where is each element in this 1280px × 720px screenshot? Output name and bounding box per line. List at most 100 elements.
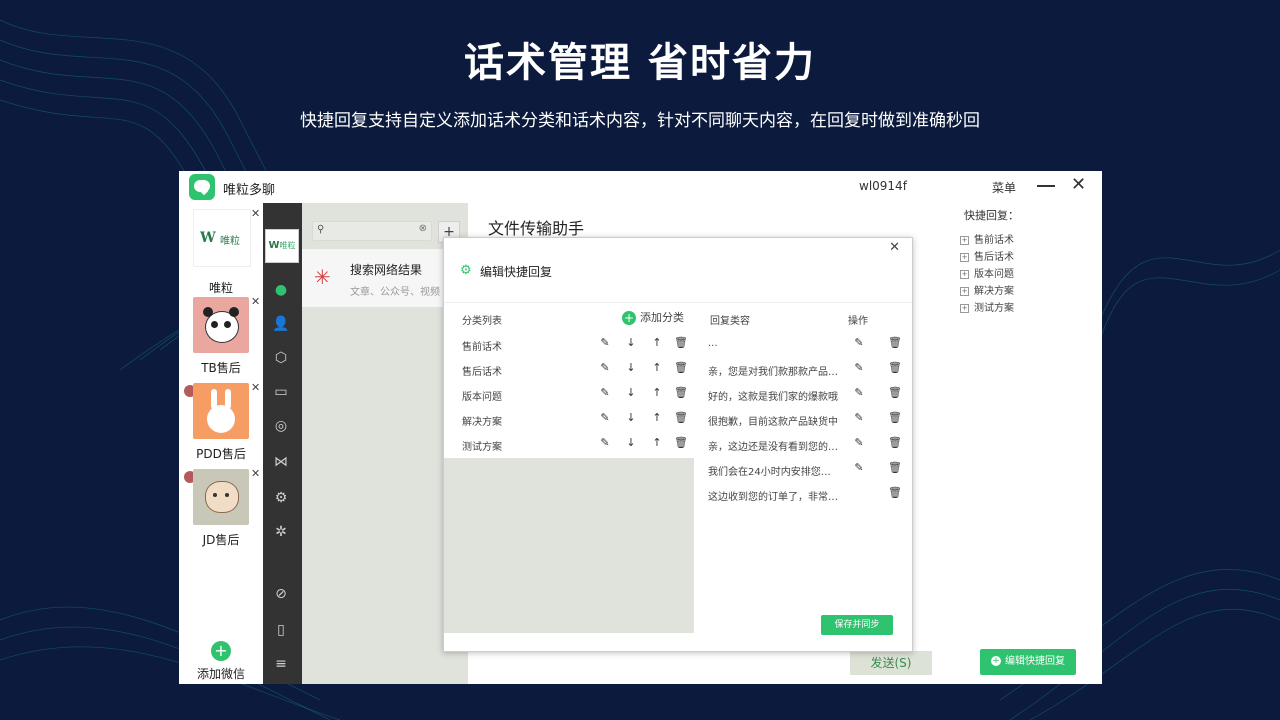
edit-icon[interactable]: ✎: [598, 336, 612, 349]
account-name-label: PDD售后: [196, 447, 246, 461]
delete-icon[interactable]: 🗑: [888, 461, 902, 474]
edit-icon[interactable]: ✎: [852, 436, 866, 449]
settings-circle-icon[interactable]: ◎: [272, 417, 290, 435]
table-row[interactable]: 售前话术 ✎ ↓ ↑ 🗑: [444, 332, 694, 357]
category-name: 测试方案: [462, 442, 502, 453]
edit-icon[interactable]: ✎: [598, 361, 612, 374]
menu-icon[interactable]: ≡: [272, 655, 290, 673]
send-button[interactable]: 发送(S): [850, 651, 932, 675]
edit-icon[interactable]: ✎: [852, 336, 866, 349]
logo-text: 唯粒: [220, 236, 240, 247]
reply-text: ...: [708, 338, 718, 349]
avatar: [193, 297, 249, 353]
table-row[interactable]: ... ✎ 🗑: [708, 332, 908, 357]
quick-reply-item[interactable]: + 售后话术: [960, 250, 1014, 267]
quick-reply-item[interactable]: + 解决方案: [960, 284, 1014, 301]
delete-icon[interactable]: 🗑: [674, 336, 688, 349]
arrow-down-icon[interactable]: ↓: [624, 386, 638, 399]
table-row[interactable]: 版本问题 ✎ ↓ ↑ 🗑: [444, 382, 694, 407]
quick-reply-item[interactable]: + 版本问题: [960, 267, 1014, 284]
butterfly-icon[interactable]: ⋈: [272, 453, 290, 471]
close-icon[interactable]: ✕: [1071, 175, 1086, 195]
clear-icon[interactable]: ⊗: [419, 223, 427, 234]
table-row[interactable]: 售后话术 ✎ ↓ ↑ 🗑: [444, 357, 694, 382]
close-icon[interactable]: ✕: [251, 381, 260, 394]
minimize-button[interactable]: [1037, 177, 1055, 193]
category-header: 分类列表: [462, 316, 502, 327]
arrow-down-icon[interactable]: ↓: [624, 411, 638, 424]
account-item[interactable]: JD售后: [193, 469, 249, 548]
delete-icon[interactable]: 🗑: [888, 386, 902, 399]
table-row[interactable]: 亲，这边还是没有看到您的订单 ✎ 🗑: [708, 432, 908, 457]
folder-icon[interactable]: ▭: [272, 383, 290, 401]
delete-icon[interactable]: 🗑: [674, 361, 688, 374]
table-row[interactable]: 测试方案 ✎ ↓ ↑ 🗑: [444, 432, 694, 457]
table-row[interactable]: 很抱歉，目前这款产品缺货中 ✎ 🗑: [708, 407, 908, 432]
title-bar: 唯粒多聊 wl0914f 菜单 ✕: [179, 171, 1102, 203]
gear-icon: ⚙: [460, 263, 472, 278]
account-name-label: 唯粒: [208, 281, 233, 295]
delete-icon[interactable]: 🗑: [888, 361, 902, 374]
close-icon[interactable]: ✕: [251, 467, 260, 480]
edit-icon[interactable]: ✎: [852, 461, 866, 474]
edit-quick-reply-button[interactable]: + 编辑快捷回复: [980, 649, 1076, 675]
delete-icon[interactable]: 🗑: [674, 436, 688, 449]
edit-icon[interactable]: ✎: [598, 411, 612, 424]
delete-icon[interactable]: 🗑: [888, 486, 902, 499]
search-input[interactable]: [331, 223, 425, 239]
account-item[interactable]: PDD售后: [193, 383, 249, 462]
account-column: W 唯粒 唯粒 ✕ TB售后 ✕ PDD售后 ✕ JD售后 ✕ + 添加微信: [179, 203, 264, 684]
account-item[interactable]: TB售后: [193, 297, 249, 376]
arrow-up-icon[interactable]: ↑: [650, 336, 664, 349]
delete-icon[interactable]: 🗑: [674, 386, 688, 399]
app-logo-icon: [189, 174, 215, 200]
edit-icon[interactable]: ✎: [598, 386, 612, 399]
reply-text: 好的，这款是我们家的爆款哦: [708, 392, 838, 403]
close-icon[interactable]: ✕: [251, 207, 260, 220]
close-icon[interactable]: ✕: [889, 240, 900, 255]
account-item[interactable]: W 唯粒 唯粒: [193, 209, 251, 296]
edit-icon[interactable]: ✎: [598, 436, 612, 449]
close-icon[interactable]: ✕: [251, 295, 260, 308]
delete-icon[interactable]: 🗑: [888, 411, 902, 424]
delete-icon[interactable]: 🗑: [674, 411, 688, 424]
save-sync-button[interactable]: 保存并同步: [821, 615, 893, 635]
arrow-up-icon[interactable]: ↑: [650, 361, 664, 374]
delete-icon[interactable]: 🗑: [888, 436, 902, 449]
phone-icon[interactable]: ▯: [272, 621, 290, 639]
link-icon[interactable]: ⊘: [272, 585, 290, 603]
chat-icon[interactable]: ●: [272, 281, 290, 299]
arrow-down-icon[interactable]: ↓: [624, 436, 638, 449]
edit-icon[interactable]: ✎: [852, 411, 866, 424]
quick-reply-item[interactable]: + 售前话术: [960, 233, 1014, 250]
action-header: 操作: [848, 316, 868, 327]
quick-reply-item[interactable]: + 测试方案: [960, 301, 1014, 318]
arrow-up-icon[interactable]: ↑: [650, 386, 664, 399]
empty-area: [444, 458, 694, 633]
delete-icon[interactable]: 🗑: [888, 336, 902, 349]
contacts-icon[interactable]: 👤: [272, 315, 290, 333]
menu-button[interactable]: 菜单: [992, 179, 1016, 196]
table-row[interactable]: 这边收到您的订单了，非常感谢 🗑: [708, 482, 908, 507]
add-wechat-button[interactable]: + 添加微信: [179, 641, 263, 682]
arrow-up-icon[interactable]: ↑: [650, 436, 664, 449]
quick-reply-list: + 售前话术 + 售后话术 + 版本问题 + 解决方案 + 测试方案: [960, 233, 1014, 318]
arrow-up-icon[interactable]: ↑: [650, 411, 664, 424]
avatar: W 唯粒: [193, 209, 251, 267]
arrow-down-icon[interactable]: ↓: [624, 361, 638, 374]
sparkle-icon[interactable]: ✲: [272, 523, 290, 541]
arrow-down-icon[interactable]: ↓: [624, 336, 638, 349]
add-category-button[interactable]: + 添加分类: [622, 309, 684, 325]
table-row[interactable]: 亲，您是对我们款那款产品感兴趣呢？ ✎ 🗑: [708, 357, 908, 382]
reply-text: 很抱歉，目前这款产品缺货中: [708, 417, 838, 428]
edit-icon[interactable]: ✎: [852, 361, 866, 374]
expand-icon: +: [960, 303, 969, 313]
table-row[interactable]: 解决方案 ✎ ↓ ↑ 🗑: [444, 407, 694, 432]
box-icon[interactable]: ⬡: [272, 349, 290, 367]
gear-icon[interactable]: ⚙: [272, 489, 290, 507]
category-name: 解决方案: [462, 417, 502, 428]
table-row[interactable]: 好的，这款是我们家的爆款哦 ✎ 🗑: [708, 382, 908, 407]
edit-icon[interactable]: ✎: [852, 386, 866, 399]
table-row[interactable]: 我们会在24小时内安排您的订单 ✎ 🗑: [708, 457, 908, 482]
expand-icon: +: [960, 235, 969, 245]
